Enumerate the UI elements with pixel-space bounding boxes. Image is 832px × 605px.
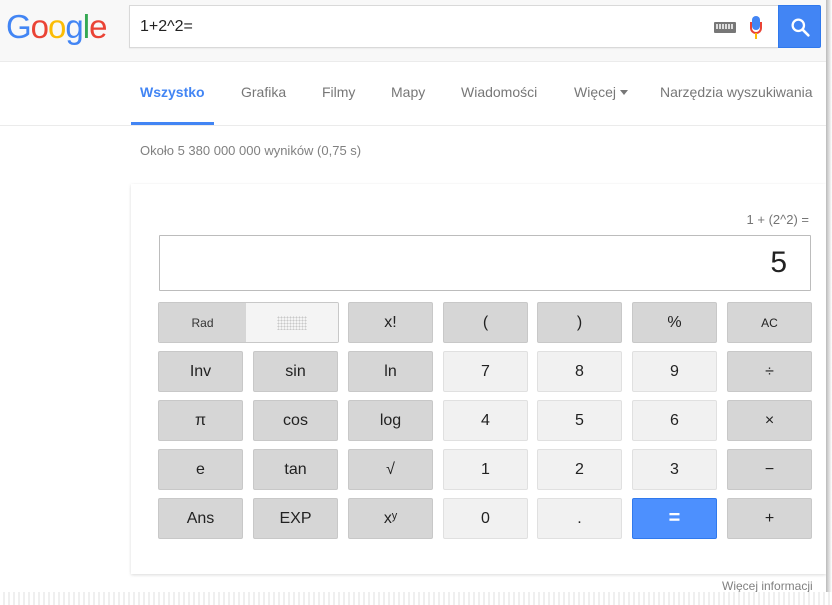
clear-button[interactable]: AC bbox=[727, 302, 812, 343]
google-logo[interactable]: Google bbox=[6, 8, 107, 46]
digit-8-button[interactable]: 8 bbox=[537, 351, 622, 392]
window-edge-shadow bbox=[826, 0, 832, 600]
more-info-link[interactable]: Więcej informacji bbox=[722, 579, 813, 593]
result-stats: Około 5 380 000 000 wyników (0,75 s) bbox=[140, 143, 362, 158]
digit-2-button[interactable]: 2 bbox=[537, 449, 622, 490]
tab-all[interactable]: Wszystko bbox=[140, 84, 205, 100]
angle-mode-toggle: Rad bbox=[158, 302, 339, 343]
deg-placeholder bbox=[277, 315, 307, 330]
sin-button[interactable]: sin bbox=[253, 351, 338, 392]
percent-button[interactable]: % bbox=[632, 302, 717, 343]
digit-4-button[interactable]: 4 bbox=[443, 400, 528, 441]
close-paren-button[interactable]: ) bbox=[537, 302, 622, 343]
equals-button[interactable]: = bbox=[632, 498, 717, 539]
search-button[interactable] bbox=[778, 5, 821, 48]
tab-videos[interactable]: Filmy bbox=[322, 84, 355, 100]
multiply-button[interactable]: × bbox=[727, 400, 812, 441]
chevron-down-icon bbox=[620, 90, 629, 95]
tab-images[interactable]: Grafika bbox=[241, 84, 286, 100]
search-tabs: Wszystko Grafika Filmy Mapy Wiadomości W… bbox=[0, 62, 826, 126]
search-input[interactable] bbox=[140, 16, 700, 38]
calculator-result: 5 bbox=[770, 246, 787, 279]
tan-button[interactable]: tan bbox=[253, 449, 338, 490]
search-header: Google bbox=[0, 0, 826, 62]
mic-icon[interactable] bbox=[750, 16, 762, 40]
factorial-button[interactable]: x! bbox=[348, 302, 433, 343]
divide-button[interactable]: ÷ bbox=[727, 351, 812, 392]
deg-button[interactable] bbox=[246, 303, 338, 342]
rad-button[interactable]: Rad bbox=[159, 303, 246, 342]
minus-button[interactable]: − bbox=[727, 449, 812, 490]
inv-button[interactable]: Inv bbox=[158, 351, 243, 392]
digit-6-button[interactable]: 6 bbox=[632, 400, 717, 441]
cos-button[interactable]: cos bbox=[253, 400, 338, 441]
digit-3-button[interactable]: 3 bbox=[632, 449, 717, 490]
digit-9-button[interactable]: 9 bbox=[632, 351, 717, 392]
active-tab-indicator bbox=[131, 122, 214, 125]
log-button[interactable]: log bbox=[348, 400, 433, 441]
digit-1-button[interactable]: 1 bbox=[443, 449, 528, 490]
search-icon bbox=[791, 18, 810, 37]
ans-button[interactable]: Ans bbox=[158, 498, 243, 539]
sqrt-button[interactable]: √ bbox=[348, 449, 433, 490]
ln-button[interactable]: ln bbox=[348, 351, 433, 392]
tab-maps[interactable]: Mapy bbox=[391, 84, 425, 100]
digit-0-button[interactable]: 0 bbox=[443, 498, 528, 539]
plus-button[interactable]: + bbox=[727, 498, 812, 539]
digit-5-button[interactable]: 5 bbox=[537, 400, 622, 441]
exp-button[interactable]: EXP bbox=[253, 498, 338, 539]
digit-7-button[interactable]: 7 bbox=[443, 351, 528, 392]
pi-button[interactable]: π bbox=[158, 400, 243, 441]
tab-search-tools[interactable]: Narzędzia wyszukiwania bbox=[660, 84, 813, 100]
tab-more[interactable]: Więcej bbox=[574, 84, 629, 100]
e-button[interactable]: e bbox=[158, 449, 243, 490]
decimal-button[interactable]: . bbox=[537, 498, 622, 539]
search-box bbox=[129, 5, 778, 48]
keyboard-icon[interactable] bbox=[714, 22, 736, 33]
calculator-card: 1 + (2^2) = 5 Rad x! ( ) % AC Inv sin ln… bbox=[131, 184, 826, 574]
tab-more-label: Więcej bbox=[574, 84, 617, 100]
tab-news[interactable]: Wiadomości bbox=[461, 84, 537, 100]
power-button[interactable]: xʸ bbox=[348, 498, 433, 539]
calculator-expression: 1 + (2^2) = bbox=[746, 212, 809, 227]
open-paren-button[interactable]: ( bbox=[443, 302, 528, 343]
torn-edge bbox=[0, 592, 832, 605]
calculator-display: 5 bbox=[159, 235, 811, 291]
